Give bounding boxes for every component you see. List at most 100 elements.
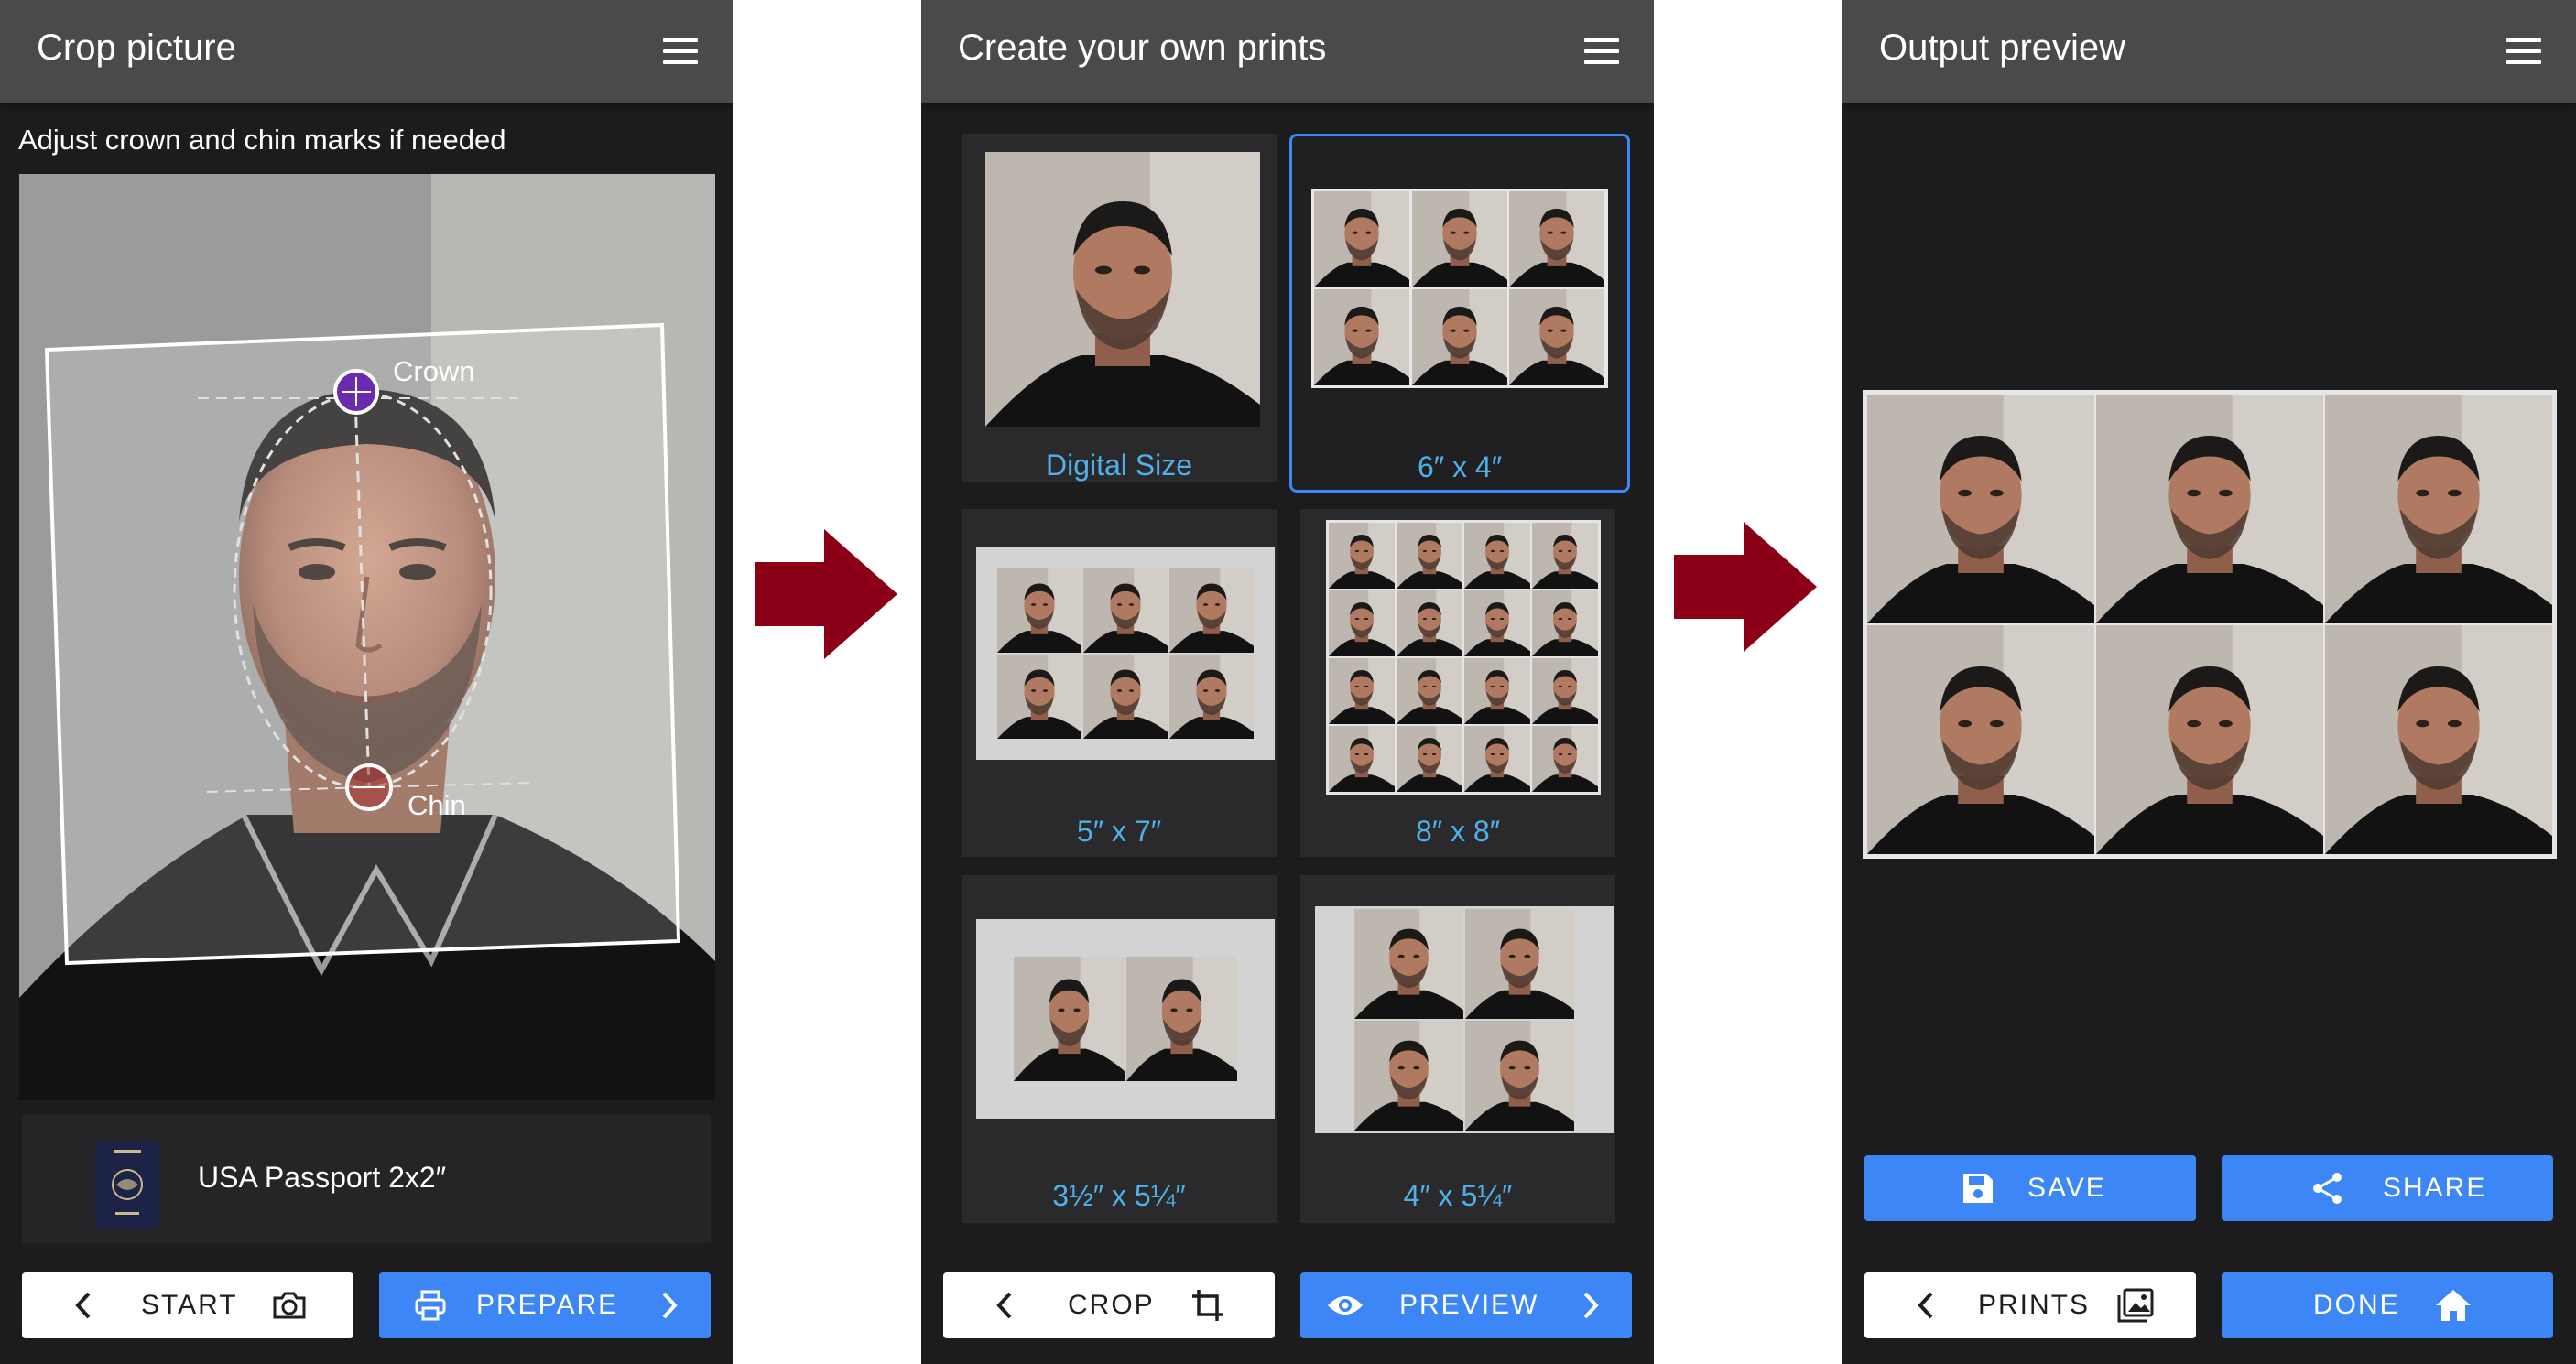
chevron-left-icon: [75, 1292, 91, 1319]
passport-photo-copy: [1354, 909, 1463, 1019]
printer-icon: [415, 1290, 446, 1321]
passport-photo-copy: [1532, 523, 1598, 589]
photo-library-icon: [2117, 1288, 2154, 1323]
passport-photo-copy: [1411, 289, 1508, 385]
chevron-right-icon: [662, 1292, 678, 1319]
app-bar: Create your own prints: [921, 0, 1654, 103]
save-icon: [1963, 1174, 1993, 1203]
prepare-button[interactable]: PREPARE: [379, 1272, 711, 1338]
prepare-button-label: PREPARE: [476, 1290, 619, 1320]
print-size-label: Digital Size: [1045, 449, 1193, 482]
passport-photo-copy: [2096, 625, 2323, 854]
sheet-6x4-thumbnail: [1311, 189, 1608, 388]
passport-photo-copy: [2325, 625, 2552, 854]
hamburger-menu-icon[interactable]: [2506, 38, 2541, 64]
save-button[interactable]: SAVE: [1864, 1155, 2196, 1221]
passport-photo-copy: [1169, 655, 1254, 739]
crown-label: Crown: [393, 355, 475, 387]
passport-photo-copy: [997, 655, 1081, 739]
print-size-label: 3½″ x 5¼″: [1052, 1179, 1186, 1212]
print-size-label: 8″ x 8″: [1415, 815, 1501, 848]
crop-icon: [1192, 1290, 1223, 1321]
eye-icon: [1328, 1296, 1363, 1315]
passport-icon: [95, 1141, 159, 1229]
passport-photo-copy: [1329, 523, 1395, 589]
passport-photo-copy: [1532, 590, 1598, 656]
sheet-8x8-thumbnail: [1326, 520, 1601, 795]
sheet-5x7-thumbnail: [976, 547, 1275, 760]
print-size-label: 6″ x 4″: [1417, 450, 1503, 483]
print-size-tile-selected[interactable]: 6″ x 4″: [1289, 134, 1630, 493]
flow-arrow-icon: [755, 529, 897, 659]
passport-photo-copy: [1509, 289, 1605, 385]
prints-button-label: PRINTS: [1978, 1290, 2091, 1320]
share-button[interactable]: SHARE: [2222, 1155, 2553, 1221]
passport-photo-copy: [1329, 726, 1395, 792]
crop-button[interactable]: CROP: [943, 1272, 1275, 1338]
passport-photo-copy: [1509, 191, 1605, 287]
passport-photo-copy: [1397, 590, 1462, 656]
passport-photo-copy: [1083, 568, 1168, 653]
chevron-left-icon: [996, 1292, 1012, 1319]
crop-picture-screen: Crop picture Adjust crown and chin marks…: [0, 0, 733, 1364]
document-type-label: USA Passport 2x2″: [198, 1161, 447, 1194]
camera-icon: [273, 1292, 306, 1319]
done-button-label: DONE: [2313, 1290, 2400, 1320]
print-size-label: 4″ x 5¼″: [1403, 1179, 1513, 1212]
share-icon: [2313, 1173, 2342, 1204]
passport-photo-copy: [997, 568, 1081, 653]
done-button[interactable]: DONE: [2222, 1272, 2553, 1338]
passport-photo-copy: [1397, 658, 1462, 724]
preview-button-label: PREVIEW: [1399, 1290, 1539, 1320]
passport-photo-copy: [1397, 726, 1462, 792]
passport-photo-copy: [1464, 726, 1530, 792]
sheet-4x5.25-thumbnail: [1315, 906, 1614, 1133]
print-size-tile[interactable]: 5″ x 7″: [962, 509, 1277, 857]
passport-photo-copy: [1014, 957, 1125, 1081]
passport-photo-copy: [1314, 191, 1410, 287]
crop-photo-canvas[interactable]: Crown Chin: [19, 174, 715, 1100]
passport-photo-copy: [1464, 590, 1530, 656]
passport-photo-copy: [1329, 590, 1395, 656]
flow-arrow-icon: [1674, 522, 1817, 652]
app-bar: Crop picture: [0, 0, 733, 103]
passport-photo-copy: [1397, 523, 1462, 589]
hamburger-menu-icon[interactable]: [663, 38, 698, 64]
passport-photo-copy: [1532, 726, 1598, 792]
prints-button[interactable]: PRINTS: [1864, 1272, 2196, 1338]
print-size-tile[interactable]: 8″ x 8″: [1300, 509, 1615, 857]
output-print-sheet: [1863, 390, 2557, 859]
passport-photo-copy: [1329, 658, 1395, 724]
passport-photo-copy: [1464, 523, 1530, 589]
home-icon: [2436, 1290, 2471, 1321]
passport-photo-copy: [1532, 658, 1598, 724]
page-title: Crop picture: [37, 27, 236, 68]
chevron-left-icon: [1918, 1292, 1933, 1319]
start-button-label: START: [141, 1290, 238, 1320]
document-type-selector[interactable]: USA Passport 2x2″: [22, 1115, 711, 1243]
passport-photo-copy: [1126, 957, 1237, 1081]
digital-size-thumbnail: [985, 152, 1260, 427]
passport-photo-copy: [1354, 1021, 1463, 1131]
sheet-3.5x5.25-thumbnail: [976, 919, 1275, 1119]
passport-photo-copy: [1465, 909, 1574, 1019]
app-bar: Output preview: [1842, 0, 2576, 103]
passport-photo-copy: [1867, 395, 2094, 623]
start-button[interactable]: START: [22, 1272, 353, 1338]
chevron-right-icon: [1583, 1292, 1599, 1319]
hamburger-menu-icon[interactable]: [1584, 38, 1619, 64]
share-button-label: SHARE: [2383, 1173, 2487, 1203]
save-button-label: SAVE: [2027, 1173, 2106, 1203]
print-size-tile[interactable]: 4″ x 5¼″: [1300, 875, 1615, 1223]
preview-button[interactable]: PREVIEW: [1300, 1272, 1632, 1338]
page-title: Create your own prints: [958, 27, 1327, 68]
passport-photo-copy: [1314, 289, 1410, 385]
crop-button-label: CROP: [1068, 1290, 1155, 1320]
print-size-tile[interactable]: Digital Size: [962, 134, 1277, 482]
passport-photo-copy: [1867, 625, 2094, 854]
passport-photo-copy: [1411, 191, 1508, 287]
chin-label: Chin: [408, 789, 466, 821]
print-size-tile[interactable]: 3½″ x 5¼″: [962, 875, 1277, 1223]
page-title: Output preview: [1879, 27, 2126, 68]
passport-photo-copy: [1465, 1021, 1574, 1131]
